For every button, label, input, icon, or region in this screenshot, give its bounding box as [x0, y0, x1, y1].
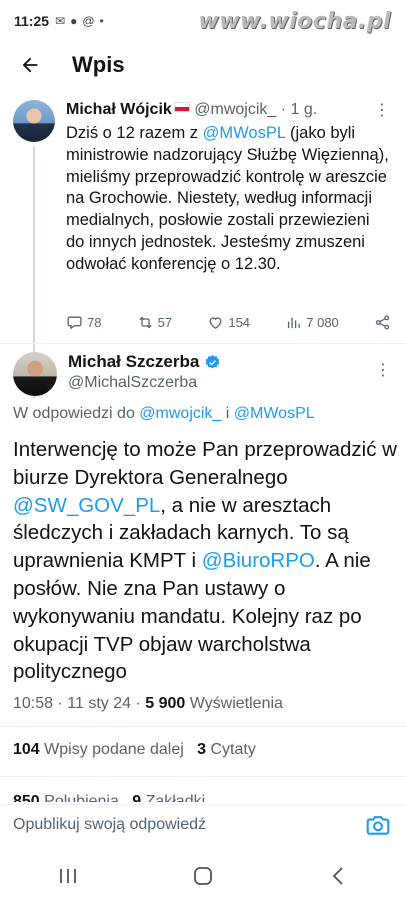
back-button[interactable]: [12, 47, 48, 83]
retweets-count: 104: [13, 741, 40, 758]
mention-link[interactable]: @MWosPL: [234, 405, 315, 422]
bookmarks-count: 9: [132, 793, 142, 802]
retweet-count: 57: [157, 315, 173, 330]
share-icon: [375, 315, 390, 330]
bookmarks-stat[interactable]: 9 Zakładki: [132, 793, 205, 802]
author-name-row[interactable]: Michał Szczerba: [68, 352, 221, 372]
views-label: Wyświetlenia: [185, 695, 283, 712]
notification-icons: ✉ ● @ •: [55, 14, 104, 28]
avatar[interactable]: [13, 100, 55, 142]
quotes-count: 3: [197, 741, 207, 758]
like-count: 154: [228, 315, 251, 330]
page-title: Wpis: [72, 52, 125, 77]
engagement-stats: 104 Wpisy podane dalej 3 Cytaty: [13, 741, 256, 759]
separator-dot: ·: [280, 101, 287, 118]
tweet-text: Interwencję to może Pan przeprowadzić w …: [13, 436, 398, 686]
poland-flag-icon: [173, 102, 190, 112]
reply-count: 78: [87, 315, 102, 330]
text-segment: i: [221, 405, 234, 422]
reply-icon: [67, 316, 82, 330]
home-button[interactable]: [173, 856, 233, 896]
watermark: www.wiocha.pl: [198, 9, 391, 34]
divider: [0, 343, 405, 344]
timestamp[interactable]: 10:58 · 11 sty 24 ·: [13, 695, 145, 712]
replying-to-label: W odpowiedzi do: [13, 405, 140, 422]
author-handle[interactable]: @MichalSzczerba: [68, 374, 197, 392]
system-navigation-bar: [0, 852, 405, 900]
bookmarks-label: Zakładki: [141, 793, 206, 802]
dot-icon: •: [99, 14, 104, 28]
author-name[interactable]: Michał Wójcik: [66, 101, 172, 118]
home-icon: [193, 867, 212, 885]
text-segment: Dziś o 12 razem z: [66, 124, 203, 142]
reply-input[interactable]: Opublikuj swoją odpowiedź: [13, 816, 365, 834]
divider: [0, 776, 405, 777]
views-count: 5 900: [145, 695, 186, 712]
recent-apps-button[interactable]: [38, 856, 98, 896]
views-button[interactable]: 7 080: [285, 314, 339, 331]
chat-icon: ●: [70, 14, 78, 28]
text-segment: (jako byli ministrowie nadzorujący Służb…: [66, 124, 389, 273]
verified-badge-icon: [206, 354, 220, 368]
tweet-age: 1 g.: [290, 101, 318, 118]
arrow-left-icon: [22, 57, 38, 73]
tweet-timestamp: 10:58 · 11 sty 24 · 5 900 Wyświetlenia: [13, 695, 283, 713]
avatar[interactable]: [13, 352, 57, 396]
reply-button[interactable]: 78: [66, 314, 101, 331]
top-app-bar: Wpis: [0, 42, 405, 88]
camera-icon[interactable]: [365, 812, 391, 838]
tweet-text: Dziś o 12 razem z @MWosPL (jako byli min…: [66, 123, 391, 276]
bar-chart-icon: [288, 317, 301, 329]
mention-link[interactable]: @mwojcik_: [139, 405, 221, 422]
retweet-icon: [139, 316, 152, 329]
like-button[interactable]: 154: [207, 314, 250, 331]
divider: [0, 726, 405, 727]
reply-composer: Opublikuj swoją odpowiedź: [0, 804, 405, 845]
at-icon: @: [82, 14, 95, 28]
author-name[interactable]: Michał Szczerba: [68, 352, 199, 372]
tweet-header: Michał Wójcik @mwojcik_ · 1 g.: [66, 101, 317, 119]
back-nav-button[interactable]: [308, 856, 368, 896]
likes-count: 850: [13, 793, 40, 802]
share-button[interactable]: [374, 314, 391, 331]
quotes-stat[interactable]: 3 Cytaty: [197, 741, 256, 758]
more-options-icon[interactable]: ⋮: [375, 360, 391, 380]
mention-link[interactable]: @MWosPL: [203, 124, 286, 142]
chevron-left-icon: [332, 867, 343, 885]
recent-apps-icon: [59, 869, 76, 883]
likes-stat[interactable]: 850 Polubienia: [13, 793, 119, 802]
heart-icon: [209, 317, 222, 329]
retweet-button[interactable]: 57: [137, 314, 172, 331]
status-bar: 11:25 ✉ ● @ • www.wiocha.pl: [0, 0, 405, 42]
quotes-label: Cytaty: [206, 741, 256, 758]
more-options-icon[interactable]: ⋮: [374, 100, 391, 120]
likes-label: Polubienia: [39, 793, 119, 802]
engagement-stats-partial: 850 Polubienia 9 Zakładki: [13, 793, 205, 802]
author-handle[interactable]: @mwojcik_: [194, 101, 276, 118]
replying-to: W odpowiedzi do @mwojcik_ i @MWosPL: [13, 405, 315, 423]
mention-link[interactable]: @SW_GOV_PL: [13, 494, 160, 517]
retweets-stat[interactable]: 104 Wpisy podane dalej: [13, 741, 184, 758]
retweets-label: Wpisy podane dalej: [39, 741, 184, 758]
view-count: 7 080: [306, 315, 339, 330]
text-segment: Interwencję to może Pan przeprowadzić w …: [13, 438, 397, 489]
mention-link[interactable]: @BiuroRPO: [202, 549, 315, 572]
tweet-actions: 78 57 154 7 080: [66, 314, 391, 331]
message-icon: ✉: [55, 14, 66, 28]
clock: 11:25: [14, 13, 50, 29]
